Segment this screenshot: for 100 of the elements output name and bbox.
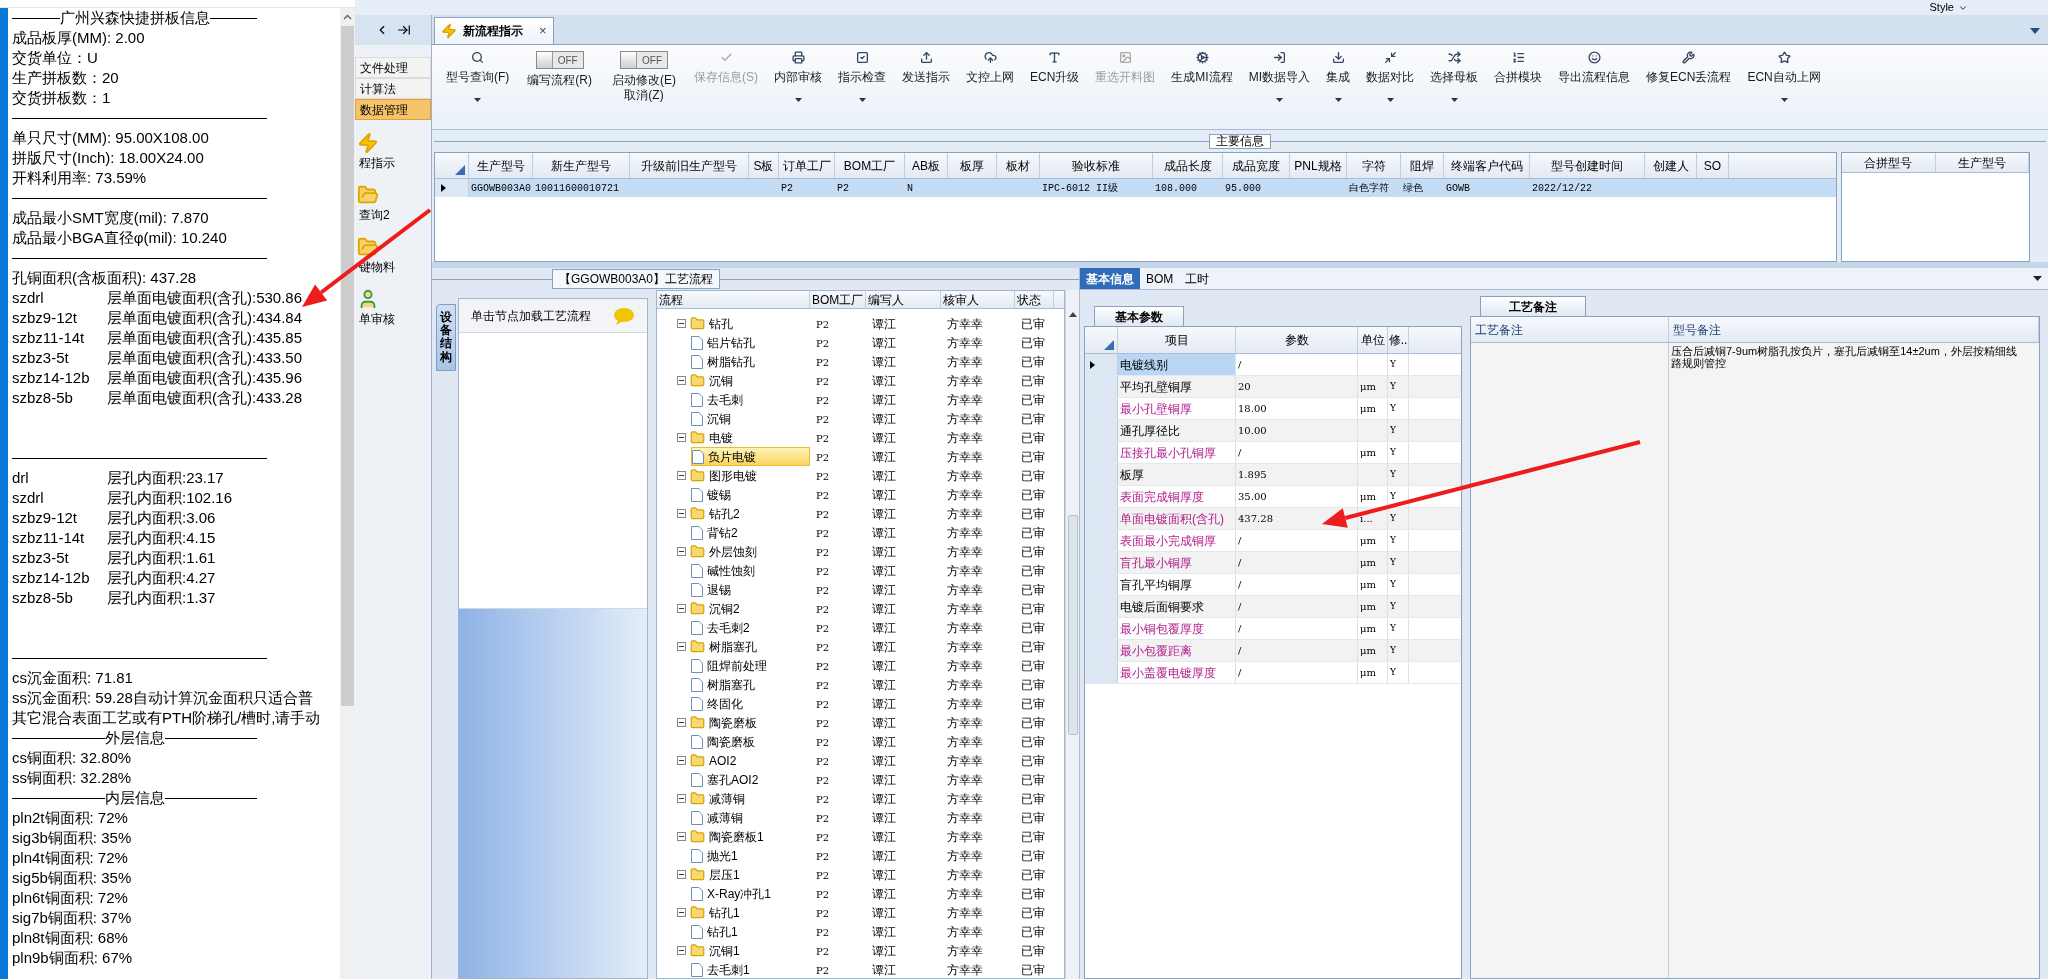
nav-item[interactable]: 文件处理 (355, 57, 431, 78)
tree-row[interactable]: 外层蚀刻 P2 谭江 方幸幸 已审 (657, 542, 1064, 561)
caret-icon[interactable] (858, 98, 866, 102)
tree-label[interactable]: 减薄铜 (707, 808, 743, 827)
column-header[interactable]: 状态 (1015, 291, 1054, 308)
param-name[interactable]: 压接孔最小孔铜厚 (1118, 442, 1235, 463)
collapse-icon[interactable] (677, 756, 686, 765)
param-name[interactable]: 最小孔壁铜厚 (1118, 398, 1235, 419)
tree-label[interactable]: 镀锡 (707, 485, 731, 504)
param-name[interactable]: 盲孔平均铜厚 (1118, 574, 1235, 595)
tree-row[interactable]: 背钻2 P2 谭江 方幸幸 已审 (657, 523, 1064, 542)
dropdown-icon[interactable] (2033, 276, 2042, 281)
param-name[interactable]: 最小铜包覆厚度 (1118, 618, 1235, 639)
table-row[interactable]: GGOWB003A0 10011600010721 P2 P2 N IPC-6012 II级 108.000 95.000 白色字符 绿色 GOWB 2022/12/22 (435, 179, 1836, 197)
tree-row[interactable]: 减薄铜 P2 谭江 方幸幸 已审 (657, 789, 1064, 808)
tree-row[interactable]: 去毛刺2 P2 谭江 方幸幸 已审 (657, 618, 1064, 637)
param-name[interactable]: 平均孔壁铜厚 (1118, 376, 1235, 397)
toolbar-button[interactable]: 内部审核 (766, 51, 830, 102)
tree-label[interactable]: 树脂钻孔 (707, 352, 755, 371)
tree-label[interactable]: 塞孔AOI2 (707, 770, 759, 789)
column-header[interactable]: 生产型号 (1935, 153, 2029, 172)
tree-label[interactable]: AOI2 (709, 751, 737, 770)
note-cell[interactable]: 压合后减铜7-9um树脂孔按负片，塞孔后减铜至14±2um，外层按精细线路规则管控 (1669, 343, 2039, 978)
collapse-icon[interactable] (677, 319, 686, 328)
tree-row[interactable]: 钻孔2 P2 谭江 方幸幸 已审 (657, 504, 1064, 523)
toolbar-button[interactable]: ECN升级 (1022, 51, 1088, 85)
side-tab[interactable]: 设备结构 (436, 304, 456, 371)
tree-label[interactable]: 钻孔 (709, 314, 733, 333)
tree-row[interactable]: 镀锡 P2 谭江 方幸幸 已审 (657, 485, 1064, 504)
toolbar-button[interactable]: 型号查询(F) (438, 51, 518, 102)
column-header[interactable]: 成品长度 (1153, 153, 1223, 178)
toolbar-button[interactable]: 指示检查 (830, 51, 894, 102)
tree-label[interactable]: 层压1 (709, 865, 740, 884)
row-header-cell[interactable] (1085, 376, 1118, 397)
column-header[interactable]: SO (1697, 153, 1729, 178)
caret-icon[interactable] (1386, 98, 1394, 102)
tree-row[interactable]: 减薄铜 P2 谭江 方幸幸 已审 (657, 808, 1064, 827)
tree-label[interactable]: 阻焊前处理 (707, 656, 767, 675)
column-header[interactable]: 单位 (1358, 327, 1388, 353)
tree-row[interactable]: 钻孔1 P2 谭江 方幸幸 已审 (657, 922, 1064, 941)
tree-row[interactable]: 铝片钻孔 P2 谭江 方幸幸 已审 (657, 333, 1064, 352)
collapse-icon[interactable] (677, 509, 686, 518)
caret-icon[interactable] (1334, 98, 1342, 102)
column-header[interactable]: 型号创建时间 (1530, 153, 1645, 178)
collapse-icon[interactable] (677, 471, 686, 480)
column-header[interactable]: 合拼型号 (1842, 153, 1936, 172)
caret-icon[interactable] (794, 98, 802, 102)
tree-label[interactable]: 陶瓷磨板1 (709, 827, 764, 846)
column-header[interactable]: 生产型号 (469, 153, 533, 178)
toolbar-button[interactable]: 启动修改(E) 取消(Z) (612, 73, 676, 103)
row-header-cell[interactable] (1085, 662, 1118, 683)
column-header[interactable]: 项目 (1118, 327, 1236, 353)
column-header[interactable]: 流程 (657, 291, 810, 308)
param-name[interactable]: 最小包覆距离 (1118, 640, 1235, 661)
row-header-cell[interactable] (1085, 508, 1118, 529)
style-menu[interactable]: Style (1929, 0, 1954, 16)
tree-row[interactable]: 沉铜1 P2 谭江 方幸幸 已审 (657, 941, 1064, 960)
toolbar-button[interactable]: 文控上网 (958, 51, 1022, 85)
toolbar-button[interactable]: 发送指示 (894, 51, 958, 85)
column-header[interactable]: 成品宽度 (1223, 153, 1290, 178)
row-header-cell[interactable] (1085, 618, 1118, 639)
tree-row[interactable]: 沉铜 P2 谭江 方幸幸 已审 (657, 409, 1064, 428)
tree-label[interactable]: 抛光1 (707, 846, 738, 865)
tree-label[interactable]: 碱性蚀刻 (707, 561, 755, 580)
column-header[interactable]: 工艺备注 (1471, 317, 1669, 342)
toolbar-button[interactable]: 合拼模块 (1486, 51, 1551, 85)
param-name[interactable]: 电镀线别 (1118, 354, 1235, 375)
tab[interactable]: BOM (1140, 268, 1180, 289)
param-name[interactable]: 最小盖覆电镀厚度 (1118, 662, 1235, 683)
scrollbar[interactable] (340, 8, 355, 979)
collapse-icon[interactable] (677, 908, 686, 917)
tree-row[interactable]: 图形电镀 P2 谭江 方幸幸 已审 (657, 466, 1064, 485)
collapse-icon[interactable] (677, 376, 686, 385)
toggle-switch[interactable]: OFF (620, 51, 668, 69)
column-header[interactable]: 新生产型号 (533, 153, 630, 178)
row-header-cell[interactable] (1085, 530, 1118, 551)
collapse-icon[interactable] (677, 870, 686, 879)
column-header[interactable]: 型号备注 (1669, 317, 2039, 342)
close-button[interactable]: × (539, 21, 547, 41)
tree-label[interactable]: 树脂塞孔 (707, 675, 755, 694)
scroll-thumb[interactable] (1067, 515, 1078, 735)
tree-row[interactable]: 塞孔AOI2 P2 谭江 方幸幸 已审 (657, 770, 1064, 789)
param-name[interactable]: 通孔厚径比 (1118, 420, 1235, 441)
toolbar-button[interactable]: 集成 (1318, 51, 1359, 102)
column-header[interactable]: 终端客户代码 (1444, 153, 1530, 178)
param-name[interactable]: 盲孔最小铜厚 (1118, 552, 1235, 573)
tree-row[interactable]: 钻孔1 P2 谭江 方幸幸 已审 (657, 903, 1064, 922)
collapse-icon[interactable] (677, 433, 686, 442)
toolbar-button[interactable]: 导出流程信息 (1550, 51, 1639, 85)
tree-row[interactable]: 抛光1 P2 谭江 方幸幸 已审 (657, 846, 1064, 865)
tree-row[interactable]: 去毛刺 P2 谭江 方幸幸 已审 (657, 390, 1064, 409)
toolbar-button[interactable]: 编写流程(R) (527, 73, 592, 88)
nav-item[interactable]: 程指示 (357, 154, 397, 172)
tree-label[interactable]: 去毛刺 (707, 390, 743, 409)
scroll-up-icon[interactable] (343, 14, 352, 20)
column-header[interactable]: AB板 (905, 153, 948, 178)
param-name[interactable]: 板厚 (1118, 464, 1235, 485)
tree-label[interactable]: 沉铜1 (709, 941, 740, 960)
dropdown-icon[interactable] (2030, 28, 2040, 34)
row-header-cell[interactable] (1085, 486, 1118, 507)
